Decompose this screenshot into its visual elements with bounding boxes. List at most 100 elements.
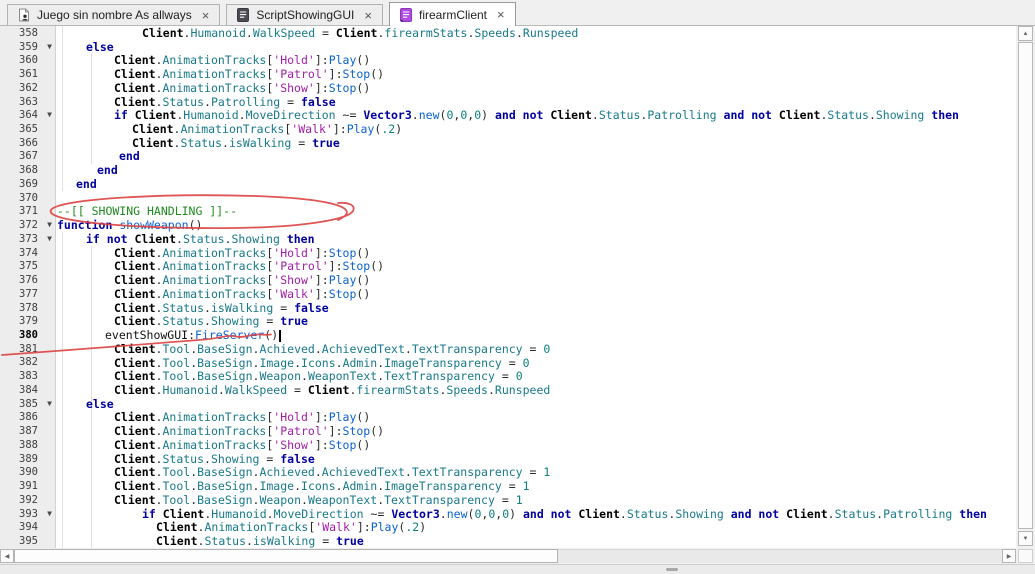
line-number[interactable]: 377 — [0, 288, 42, 300]
code-line[interactable]: 369 end — [0, 177, 1016, 191]
chevron-down-icon[interactable]: ▼ — [42, 234, 57, 243]
line-number[interactable]: 362 — [0, 82, 42, 94]
line-number[interactable]: 394 — [0, 521, 42, 533]
code-line[interactable]: 378 Client.Status.isWalking = false — [0, 301, 1016, 315]
chevron-down-icon[interactable]: ▼ — [42, 221, 57, 229]
line-number[interactable]: 390 — [0, 466, 42, 478]
code-line[interactable]: 395 Client.Status.isWalking = true — [0, 534, 1016, 548]
line-number[interactable]: 391 — [0, 480, 42, 492]
code-line[interactable]: 374 Client.AnimationTracks['Hold']:Stop() — [0, 246, 1016, 260]
code-line[interactable]: 368 end — [0, 163, 1016, 177]
line-number[interactable]: 366 — [0, 137, 42, 149]
line-number[interactable]: 380 — [0, 329, 42, 341]
code-line[interactable]: 363 Client.Status.Patrolling = false — [0, 95, 1016, 109]
code-line[interactable]: 370 — [0, 191, 1016, 205]
line-number[interactable]: 385 — [0, 398, 42, 410]
line-number[interactable]: 370 — [0, 192, 42, 204]
line-number[interactable]: 389 — [0, 453, 42, 465]
code-line[interactable]: 361 Client.AnimationTracks['Patrol']:Stop… — [0, 67, 1016, 81]
line-number[interactable]: 395 — [0, 535, 42, 547]
line-number[interactable]: 371 — [0, 205, 42, 217]
line-number[interactable]: 381 — [0, 343, 42, 355]
line-number[interactable]: 384 — [0, 384, 42, 396]
chevron-down-icon[interactable]: ▼ — [42, 111, 57, 119]
line-number[interactable]: 388 — [0, 439, 42, 451]
chevron-down-icon[interactable]: ▼ — [42, 399, 57, 408]
scroll-down-button[interactable]: ▼ — [1018, 531, 1033, 546]
line-number[interactable]: 361 — [0, 68, 42, 80]
line-number[interactable]: 372 — [0, 219, 42, 231]
code-line[interactable]: 383 Client.Tool.BaseSign.Weapon.WeaponTex… — [0, 369, 1016, 383]
code-line[interactable]: 358 Client.Humanoid.WalkSpeed = Client.fi… — [0, 26, 1016, 40]
code-text: Client.AnimationTracks['Hold']:Stop() — [114, 245, 371, 260]
scroll-right-button[interactable]: ▶ — [1002, 549, 1016, 563]
code-line[interactable]: 388 Client.AnimationTracks['Show']:Stop() — [0, 438, 1016, 452]
code-line[interactable]: 373 ▼ if not Client.Status.Showing then — [0, 232, 1016, 246]
code-line[interactable]: 387 Client.AnimationTracks['Patrol']:Stop… — [0, 424, 1016, 438]
tab-juego-sin-nombre-as-allways[interactable]: Juego sin nombre As allways × — [7, 4, 221, 25]
line-number[interactable]: 383 — [0, 370, 42, 382]
line-number[interactable]: 364 — [0, 109, 42, 121]
chevron-down-icon[interactable]: ▼ — [42, 42, 57, 51]
tab-close-icon[interactable]: × — [363, 9, 373, 22]
line-number[interactable]: 358 — [0, 27, 42, 39]
code-line[interactable]: 380 eventShowGUI:FireServer() — [0, 328, 1016, 342]
line-number[interactable]: 359 — [0, 41, 42, 53]
script-editor-window: Juego sin nombre As allways × ScriptShowin… — [0, 0, 1035, 574]
line-number[interactable]: 375 — [0, 260, 42, 272]
code-line[interactable]: 360 Client.AnimationTracks['Hold']:Play() — [0, 53, 1016, 67]
resize-grip[interactable] — [666, 568, 678, 571]
scroll-left-button[interactable]: ◀ — [0, 549, 14, 563]
line-number[interactable]: 360 — [0, 54, 42, 66]
line-number[interactable]: 376 — [0, 274, 42, 286]
code-line[interactable]: 366 Client.Status.isWalking = true — [0, 136, 1016, 150]
code-line[interactable]: 393 ▼ if Client.Humanoid.MoveDirection ~= … — [0, 507, 1016, 521]
code-line[interactable]: 381 Client.Tool.BaseSign.Achieved.Achieve… — [0, 342, 1016, 356]
code-line[interactable]: 362 Client.AnimationTracks['Show']:Stop() — [0, 81, 1016, 95]
code-line[interactable]: 364 ▼ if Client.Humanoid.MoveDirection ~= … — [0, 108, 1016, 122]
code-text: Client.Status.Patrolling = false — [114, 94, 336, 109]
code-line[interactable]: 359 ▼ else — [0, 40, 1016, 54]
tab-scriptshowinggui[interactable]: ScriptShowingGUI × — [226, 4, 383, 25]
line-number[interactable]: 387 — [0, 425, 42, 437]
line-number[interactable]: 367 — [0, 150, 42, 162]
code-line[interactable]: 394 Client.AnimationTracks['Walk']:Play(.… — [0, 520, 1016, 534]
code-line[interactable]: 389 Client.Status.Showing = false — [0, 452, 1016, 466]
code-line[interactable]: 365 Client.AnimationTracks['Walk']:Play(.… — [0, 122, 1016, 136]
code-line[interactable]: 390 Client.Tool.BaseSign.Achieved.Achieve… — [0, 465, 1016, 479]
code-line[interactable]: 391 Client.Tool.BaseSign.Image.Icons.Admi… — [0, 479, 1016, 493]
line-number[interactable]: 373 — [0, 233, 42, 245]
code-line[interactable]: 367 end — [0, 149, 1016, 163]
code-line[interactable]: 385 ▼ else — [0, 397, 1016, 411]
code-line[interactable]: 372 ▼ function showWeapon() — [0, 218, 1016, 232]
code-line[interactable]: 386 Client.AnimationTracks['Hold']:Play() — [0, 410, 1016, 424]
code-line[interactable]: 384 Client.Humanoid.WalkSpeed = Client.fi… — [0, 383, 1016, 397]
line-number[interactable]: 368 — [0, 164, 42, 176]
tab-close-icon[interactable]: × — [496, 8, 506, 21]
code-editor[interactable]: 358 Client.Humanoid.WalkSpeed = Client.fi… — [0, 26, 1016, 548]
line-number[interactable]: 392 — [0, 494, 42, 506]
line-number[interactable]: 369 — [0, 178, 42, 190]
line-number[interactable]: 378 — [0, 302, 42, 314]
line-number[interactable]: 365 — [0, 123, 42, 135]
vertical-scrollbar-thumb[interactable] — [1018, 42, 1033, 529]
chevron-down-icon[interactable]: ▼ — [42, 509, 57, 518]
code-line[interactable]: 392 Client.Tool.BaseSign.Weapon.WeaponTex… — [0, 493, 1016, 507]
line-number[interactable]: 379 — [0, 315, 42, 327]
code-line[interactable]: 371 --[[ SHOWING HANDLING ]]-- — [0, 204, 1016, 218]
line-number[interactable]: 374 — [0, 247, 42, 259]
horizontal-scrollbar-thumb[interactable] — [14, 549, 558, 563]
code-line[interactable]: 376 Client.AnimationTracks['Show']:Play() — [0, 273, 1016, 287]
line-number[interactable]: 382 — [0, 356, 42, 368]
code-line[interactable]: 377 Client.AnimationTracks['Walk']:Stop() — [0, 287, 1016, 301]
code-line[interactable]: 382 Client.Tool.BaseSign.Image.Icons.Admi… — [0, 356, 1016, 370]
line-number[interactable]: 363 — [0, 96, 42, 108]
scroll-up-button[interactable]: ▲ — [1018, 26, 1033, 41]
code-line[interactable]: 379 Client.Status.Showing = true — [0, 314, 1016, 328]
line-number[interactable]: 393 — [0, 508, 42, 520]
line-number[interactable]: 386 — [0, 411, 42, 423]
tab-close-icon[interactable]: × — [201, 9, 211, 22]
tab-firearmclient[interactable]: firearmClient × — [388, 2, 516, 26]
code-line[interactable]: 375 Client.AnimationTracks['Patrol']:Stop… — [0, 259, 1016, 273]
code-text: Client.AnimationTracks['Hold']:Play() — [114, 53, 371, 68]
